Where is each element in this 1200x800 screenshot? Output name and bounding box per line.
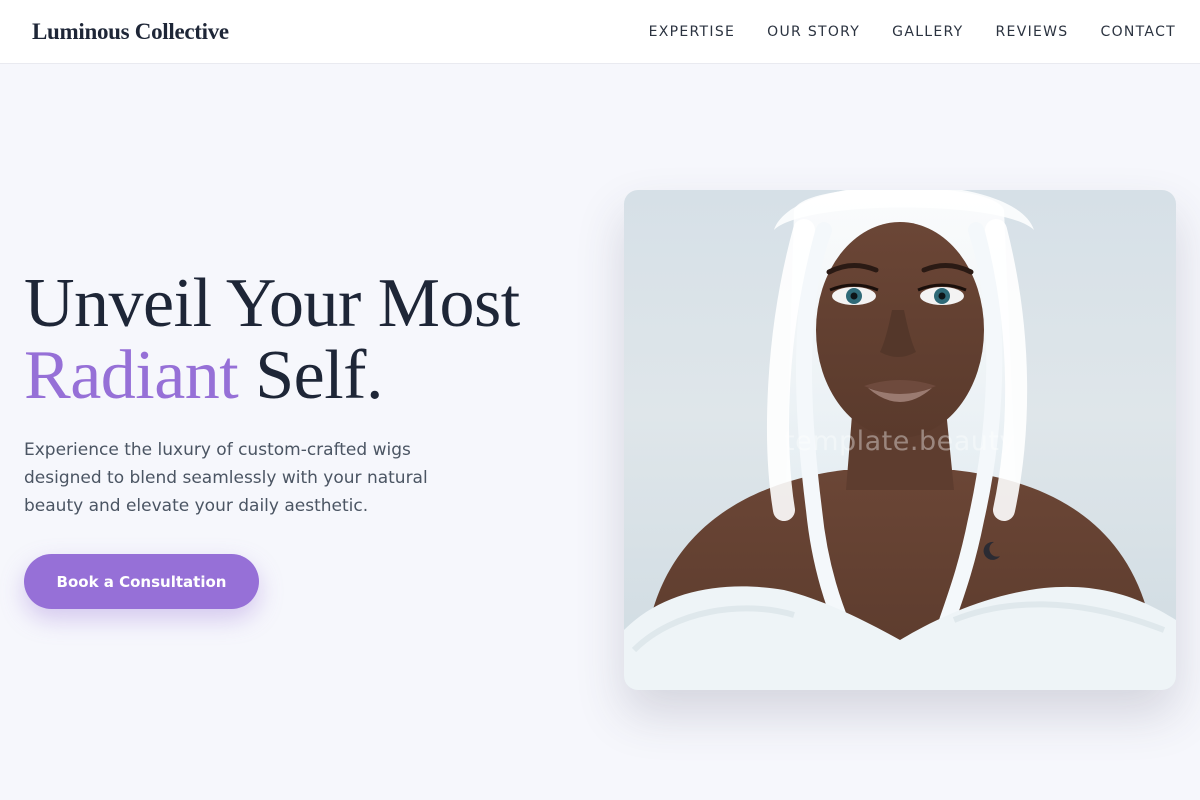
nav-link-contact[interactable]: CONTACT	[1101, 24, 1177, 40]
book-consultation-button[interactable]: Book a Consultation	[24, 554, 259, 609]
top-navbar: Luminous Collective EXPERTISE OUR STORY …	[0, 0, 1200, 64]
nav-link-reviews[interactable]: REVIEWS	[996, 24, 1069, 40]
nav-link-expertise[interactable]: EXPERTISE	[649, 24, 736, 40]
headline-line-1: Unveil Your Most	[24, 265, 520, 342]
hero-headline: Unveil Your Most Radiant Self.	[24, 268, 584, 412]
hero-description: Experience the luxury of custom-crafted …	[24, 440, 428, 516]
image-watermark: template.beauty	[784, 426, 1016, 457]
headline-line-2-rest: Self.	[238, 337, 383, 414]
headline-accent-word: Radiant	[24, 337, 239, 414]
nav-link-our-story[interactable]: OUR STORY	[767, 24, 860, 40]
hero-portrait-image: template.beauty	[624, 190, 1176, 690]
main-nav: EXPERTISE OUR STORY GALLERY REVIEWS CONT…	[649, 24, 1176, 40]
nav-link-gallery[interactable]: GALLERY	[892, 24, 963, 40]
brand-logo[interactable]: Luminous Collective	[32, 19, 229, 45]
hero-text-block: Unveil Your Most Radiant Self. Experienc…	[24, 268, 584, 520]
